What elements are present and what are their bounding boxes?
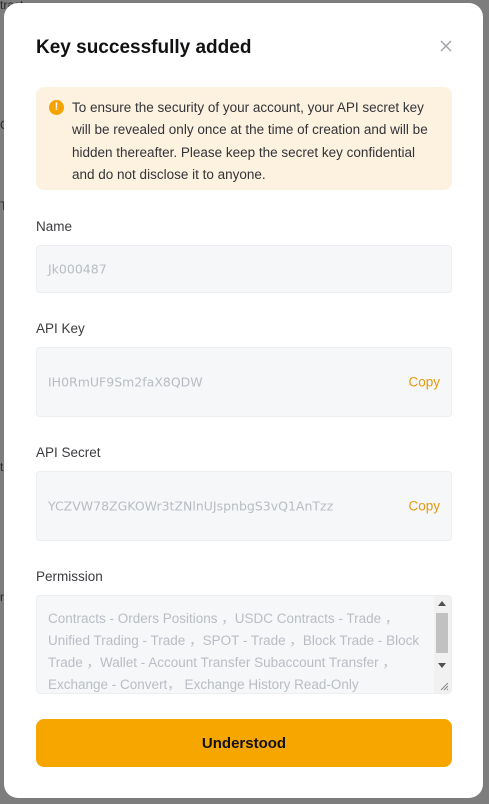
api-secret-label: API Secret — [36, 445, 101, 460]
modal-title: Key successfully added — [36, 37, 252, 58]
copy-api-secret-button[interactable]: Copy — [408, 499, 440, 514]
resize-handle-icon[interactable] — [439, 681, 449, 691]
scroll-up-arrow-icon[interactable] — [438, 601, 446, 606]
scrollbar-thumb[interactable] — [436, 613, 448, 653]
api-key-modal: Key successfully added ! To ensure the s… — [4, 3, 483, 798]
api-secret-value: YCZVW78ZGKOWr3tZNlnUJspnbgS3vQ1AnTzz — [48, 498, 334, 514]
name-label: Name — [36, 219, 73, 234]
close-icon[interactable] — [439, 39, 453, 53]
permission-scrollbar[interactable] — [434, 596, 451, 693]
copy-api-key-button[interactable]: Copy — [408, 375, 440, 390]
name-field: Jk000487 — [36, 245, 452, 293]
api-key-label: API Key — [36, 321, 85, 336]
permission-textarea[interactable]: Contracts - Orders Positions ，USDC Contr… — [36, 595, 452, 694]
api-key-value: IH0RmUF9Sm2faX8QDW — [48, 374, 203, 390]
api-secret-field: YCZVW78ZGKOWr3tZNlnUJspnbgS3vQ1AnTzz Cop… — [36, 471, 452, 541]
permission-label: Permission — [36, 569, 103, 584]
backdrop-text: t — [0, 460, 4, 474]
permission-value: Contracts - Orders Positions ，USDC Contr… — [48, 611, 420, 692]
security-notice: ! To ensure the security of your account… — [36, 87, 452, 190]
understood-button[interactable]: Understood — [36, 719, 452, 767]
notice-text: To ensure the security of your account, … — [72, 100, 428, 182]
api-key-field: IH0RmUF9Sm2faX8QDW Copy — [36, 347, 452, 417]
scroll-down-arrow-icon[interactable] — [438, 663, 446, 668]
warning-icon: ! — [49, 100, 64, 115]
name-value: Jk000487 — [48, 261, 107, 277]
